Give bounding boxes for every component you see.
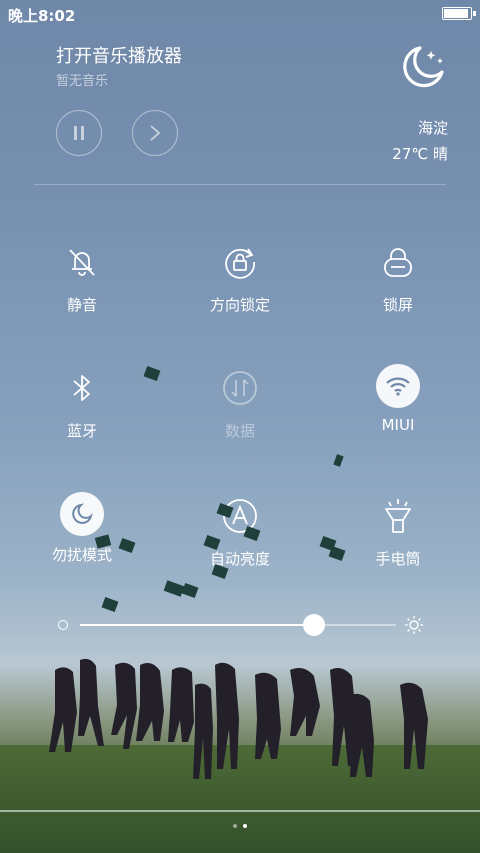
toggle-wifi[interactable]: MIUI [328,364,468,434]
divider [34,184,446,185]
toggle-mute[interactable]: 静音 [12,238,152,315]
pause-icon [74,126,84,140]
mobile-data-icon [216,364,264,412]
flashlight-icon [374,492,422,540]
toggle-label: MIUI [381,416,415,434]
toggle-do-not-disturb[interactable]: 勿扰模式 [12,492,152,565]
toggle-label: 自动亮度 [209,550,270,568]
brightness-fill [80,624,314,626]
bell-off-icon [58,238,106,286]
battery-icon [442,7,476,20]
moon-stars-icon [403,46,444,88]
toggle-label: 锁屏 [382,296,413,314]
brightness-slider[interactable] [54,610,426,640]
toggle-label: 静音 [66,296,97,314]
battery-level [444,9,468,18]
bluetooth-icon [58,364,106,412]
toggle-auto-brightness[interactable]: 自动亮度 [170,492,310,569]
moon-icon [60,492,104,536]
status-bar: 晚上8:02 [0,0,480,28]
clock: 晚上8:02 [8,7,76,25]
toggle-label: 方向锁定 [209,296,270,314]
brightness-high-icon [405,616,423,634]
weather-city: 海淀 [417,119,448,137]
page-dot [233,824,237,828]
music-title[interactable]: 打开音乐播放器 [56,42,182,68]
toggle-lock-screen[interactable]: 锁屏 [328,238,468,315]
toggle-label: 数据 [224,422,255,440]
battery-nub [473,11,476,16]
pause-button[interactable] [56,110,102,156]
toggle-mobile-data[interactable]: 数据 [170,364,310,441]
toggle-rotation-lock[interactable]: 方向锁定 [170,238,310,315]
music-subtitle: 暂无音乐 [56,74,109,89]
field-line [0,810,480,812]
toggle-label: 手电筒 [375,550,421,568]
toggle-label: 蓝牙 [66,422,97,440]
weather-temperature: 27℃ 晴 [392,145,448,163]
chevron-right-icon [150,125,161,141]
toggle-bluetooth[interactable]: 蓝牙 [12,364,152,441]
toggle-flashlight[interactable]: 手电筒 [328,492,468,569]
rotation-lock-icon [216,238,264,286]
page-indicator [0,813,480,832]
wifi-icon [376,364,420,408]
brightness-low-icon [58,620,68,630]
graduates-photo [49,658,428,779]
lock-icon [374,238,422,286]
page-dot-current [243,824,247,828]
next-button[interactable] [132,110,178,156]
brightness-thumb[interactable] [302,614,325,636]
